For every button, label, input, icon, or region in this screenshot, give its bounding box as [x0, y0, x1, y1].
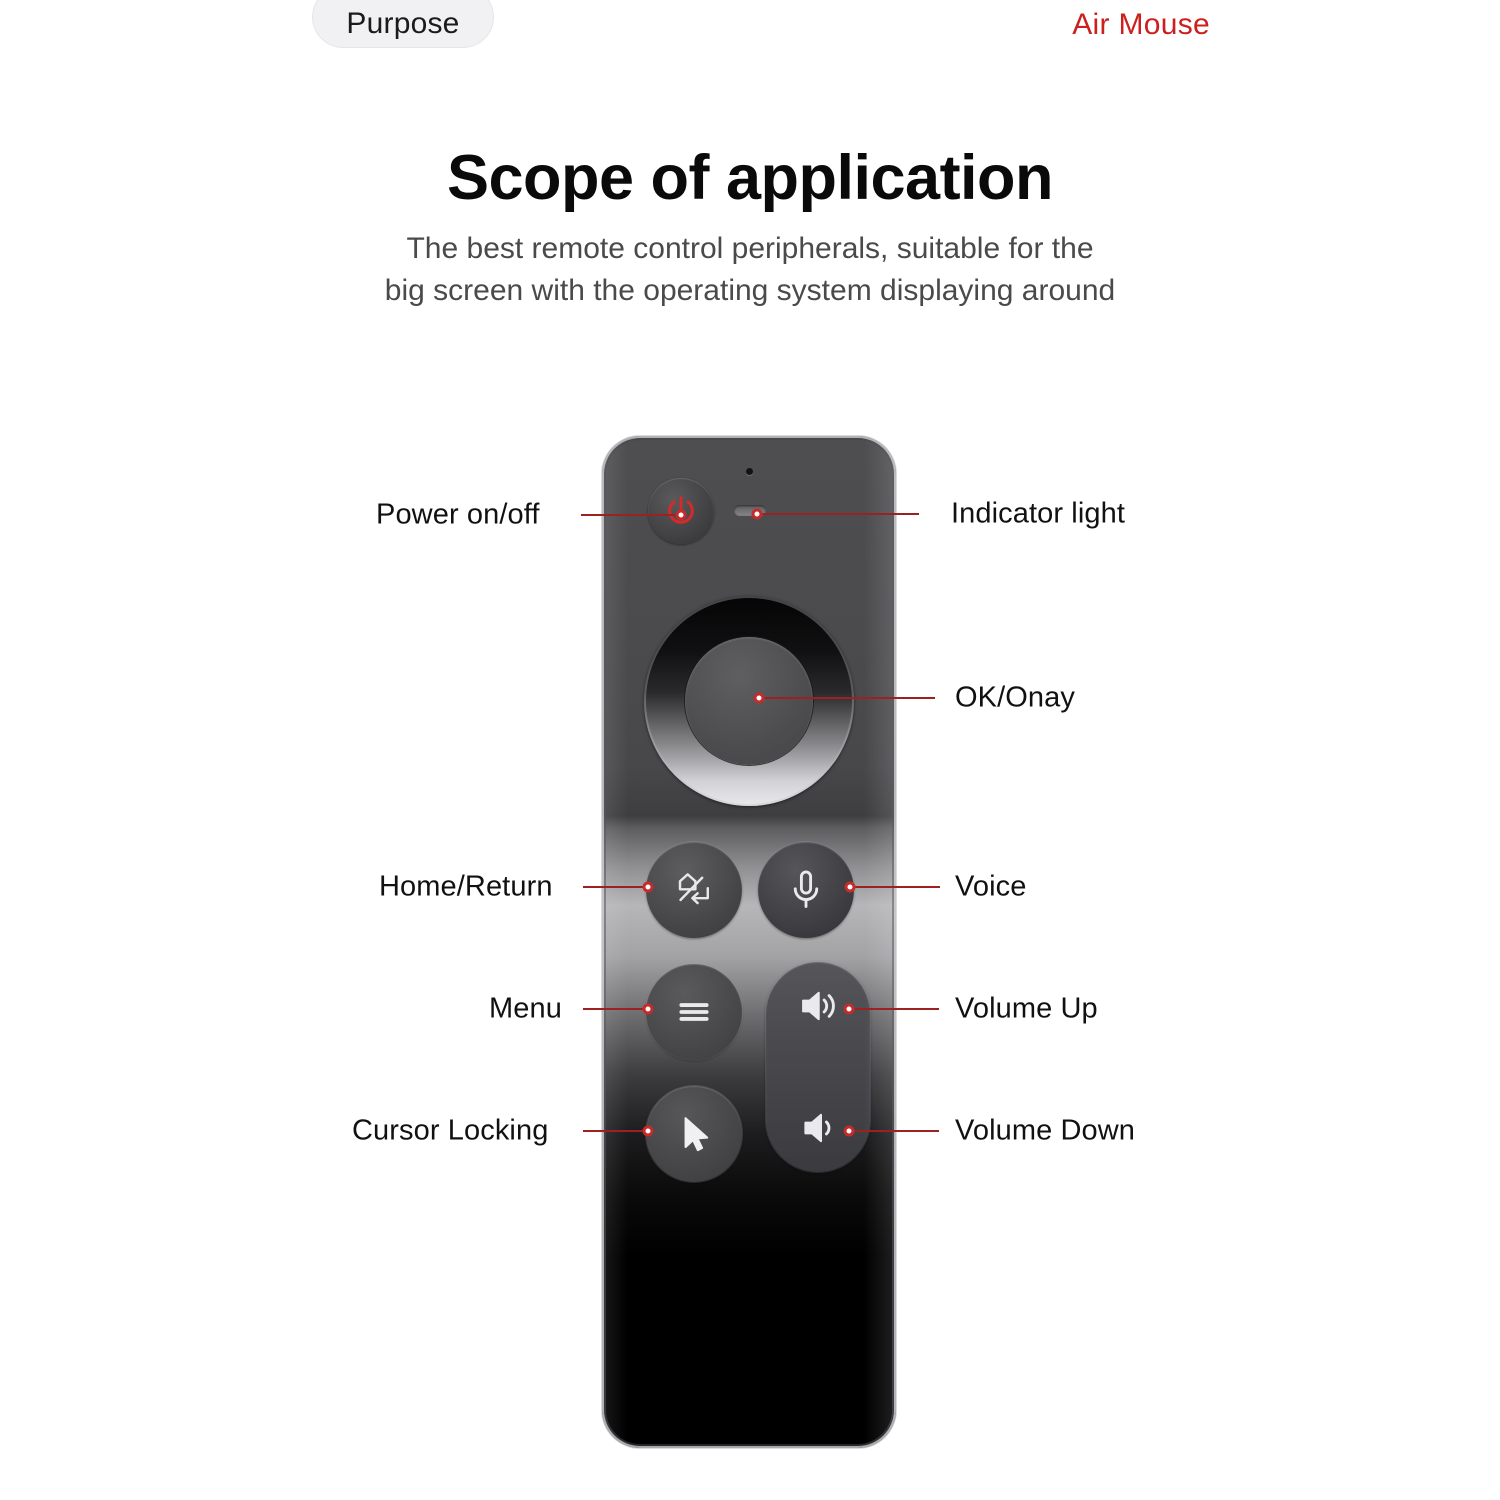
callout-ok-onay: OK/Onay	[955, 681, 1075, 714]
page-subtitle: The best remote control peripherals, sui…	[0, 228, 1500, 312]
microphone-icon	[793, 870, 819, 908]
leader-line-home	[583, 886, 648, 888]
leader-line-indicator	[757, 513, 919, 515]
callout-volume-up: Volume Up	[955, 992, 1098, 1025]
callout-home-return: Home/Return	[379, 870, 553, 903]
leader-line-ok	[759, 697, 935, 699]
leader-line-cursor	[583, 1130, 648, 1132]
leader-line-menu	[583, 1008, 648, 1010]
anchor-dot-menu	[642, 1003, 654, 1015]
anchor-dot-volume-up	[843, 1003, 855, 1015]
anchor-dot-volume-down	[843, 1125, 855, 1137]
leader-line-volume-down	[849, 1130, 939, 1132]
leader-line-volume-up	[849, 1008, 939, 1010]
purpose-badge: Purpose	[312, 0, 494, 48]
anchor-dot-ok	[753, 692, 765, 704]
microphone-pinhole-icon	[746, 468, 753, 475]
callout-indicator-light: Indicator light	[951, 497, 1125, 530]
anchor-dot-power	[675, 509, 687, 521]
volume-up-button[interactable]	[766, 980, 870, 1032]
volume-up-icon	[802, 991, 835, 1021]
callout-voice: Voice	[955, 870, 1027, 903]
subtitle-line-2: big screen with the operating system dis…	[384, 274, 1116, 307]
brand-label: Air Mouse	[1072, 8, 1210, 41]
anchor-dot-cursor	[642, 1125, 654, 1137]
volume-down-button[interactable]	[766, 1102, 870, 1154]
home-return-icon	[678, 873, 709, 905]
volume-down-icon	[804, 1113, 831, 1143]
anchor-dot-home	[642, 881, 654, 893]
cursor-pointer-icon	[684, 1117, 709, 1152]
page-title: Scope of application	[446, 143, 1054, 213]
callout-power-on-off: Power on/off	[376, 498, 540, 531]
callout-volume-down: Volume Down	[955, 1114, 1136, 1147]
volume-rocker[interactable]	[766, 962, 870, 1172]
navigation-ring[interactable]	[644, 596, 854, 806]
menu-button[interactable]	[646, 964, 742, 1060]
cursor-locking-button[interactable]	[646, 1086, 742, 1182]
leader-line-voice	[850, 886, 940, 888]
leader-line-power	[581, 514, 681, 516]
ok-button[interactable]	[685, 637, 813, 765]
infographic-page: Purpose Air Mouse Scope of application T…	[0, 0, 1500, 1500]
purpose-badge-label: Purpose	[346, 7, 460, 40]
remote-control-body	[602, 436, 896, 1448]
voice-button[interactable]	[758, 842, 854, 938]
home-return-button[interactable]	[646, 842, 742, 938]
callout-menu: Menu	[489, 992, 562, 1025]
anchor-dot-indicator	[751, 508, 763, 520]
callout-cursor-locking: Cursor Locking	[352, 1114, 549, 1147]
anchor-dot-voice	[844, 881, 856, 893]
subtitle-line-1: The best remote control peripherals, sui…	[406, 232, 1094, 265]
menu-icon	[679, 1003, 709, 1021]
